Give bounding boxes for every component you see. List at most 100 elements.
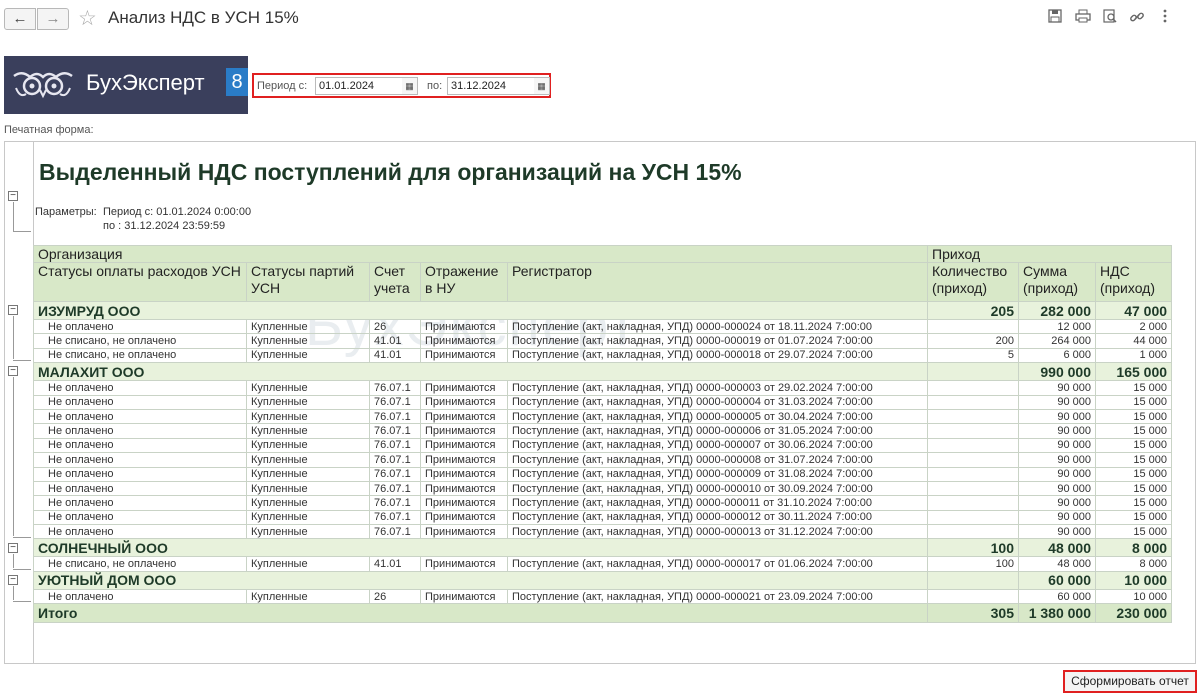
header-income: Приход <box>926 245 1173 263</box>
print-icon[interactable] <box>1074 9 1092 27</box>
account-cell: 26 <box>369 588 421 605</box>
collapse-group-icon[interactable]: − <box>8 542 18 553</box>
table-row[interactable]: Не оплачено Купленные 76.07.1 Принимаются По… <box>33 408 1173 425</box>
collapse-group-icon[interactable]: − <box>8 575 18 585</box>
collapse-params-icon[interactable]: − <box>8 191 18 201</box>
registrar-cell[interactable]: Поступление (акт, накладная, УПД) 0000-0… <box>507 509 928 526</box>
batch-status-cell: Купленные <box>246 333 370 349</box>
group-row[interactable]: МАЛАХИТ ООО 990 000 165 000 <box>33 362 1173 382</box>
table-row[interactable]: Не оплачено Купленные 26 Принимаются Поступл… <box>33 318 1173 335</box>
sum-cell: 90 000 <box>1018 394 1096 410</box>
pay-status-cell: Не оплачено <box>33 524 247 540</box>
pay-status-cell: Не оплачено <box>33 394 247 410</box>
window-title: Анализ НДС в УСН 15% <box>108 8 299 27</box>
calendar-icon[interactable]: ▦ <box>402 77 418 95</box>
favorite-star-icon[interactable]: ☆ <box>78 6 97 31</box>
registrar-cell[interactable]: Поступление (акт, накладная, УПД) 0000-0… <box>507 437 928 454</box>
collapse-group-icon[interactable]: − <box>8 305 18 315</box>
table-row[interactable]: Не оплачено Купленные 76.07.1 Принимаются По… <box>33 509 1173 526</box>
save-icon[interactable] <box>1046 9 1064 27</box>
link-icon[interactable] <box>1128 9 1146 27</box>
period-from-input[interactable]: 01.01.2024 <box>315 77 403 95</box>
registrar-cell[interactable]: Поступление (акт, накладная, УПД) 0000-0… <box>507 588 928 605</box>
qty-cell <box>927 394 1019 410</box>
vat-cell: 15 000 <box>1094 437 1173 454</box>
collapse-group-icon[interactable]: − <box>8 366 18 377</box>
registrar-cell[interactable]: Поступление (акт, накладная, УПД) 0000-0… <box>507 333 928 349</box>
pay-status-cell: Не оплачено <box>33 318 247 335</box>
group-vat: 47 000 <box>1094 301 1173 320</box>
group-row[interactable]: СОЛНЕЧНЫЙ ООО 100 48 000 8 000 <box>33 538 1173 558</box>
reflected-cell: Принимаются <box>420 556 508 572</box>
registrar-cell[interactable]: Поступление (акт, накладная, УПД) 0000-0… <box>507 524 928 540</box>
calendar-icon[interactable]: ▦ <box>534 77 550 95</box>
registrar-cell[interactable]: Поступление (акт, накладная, УПД) 0000-0… <box>507 556 928 572</box>
period-selector: Период с: 01.01.2024 ▦ по: 31.12.2024 ▦ <box>252 73 551 98</box>
period-to-input[interactable]: 31.12.2024 <box>447 77 535 95</box>
registrar-cell[interactable]: Поступление (акт, накладная, УПД) 0000-0… <box>507 452 928 468</box>
qty-cell <box>927 408 1019 425</box>
sum-cell: 90 000 <box>1018 495 1096 511</box>
group-row[interactable]: ИЗУМРУД ООО 205 282 000 47 000 <box>33 301 1173 320</box>
table-row[interactable]: Не оплачено Купленные 76.07.1 Принимаются По… <box>33 423 1173 439</box>
qty-cell <box>927 466 1019 482</box>
registrar-cell[interactable]: Поступление (акт, накладная, УПД) 0000-0… <box>507 347 928 364</box>
batch-status-cell: Купленные <box>246 452 370 468</box>
more-icon[interactable] <box>1156 9 1174 27</box>
account-cell: 76.07.1 <box>369 408 421 425</box>
group-row[interactable]: УЮТНЫЙ ДОМ ООО 60 000 10 000 <box>33 570 1173 590</box>
registrar-cell[interactable]: Поступление (акт, накладная, УПД) 0000-0… <box>507 466 928 482</box>
forward-icon[interactable]: → <box>37 8 69 30</box>
header-organization: Организация <box>33 245 928 263</box>
report-title: Выделенный НДС поступлений для организац… <box>39 159 742 185</box>
registrar-cell[interactable]: Поступление (акт, накладная, УПД) 0000-0… <box>507 480 928 497</box>
reflected-cell: Принимаются <box>420 423 508 439</box>
reflected-cell: Принимаются <box>420 588 508 605</box>
header-sum: Сумма (приход) <box>1018 262 1096 302</box>
table-row[interactable]: Не оплачено Купленные 76.07.1 Принимаются По… <box>33 495 1173 511</box>
table-row[interactable]: Не оплачено Купленные 76.07.1 Принимаются По… <box>33 466 1173 482</box>
qty-cell <box>927 380 1019 396</box>
reflected-cell: Принимаются <box>420 524 508 540</box>
pay-status-cell: Не списано, не оплачено <box>33 556 247 572</box>
back-icon[interactable]: ← <box>4 8 36 30</box>
account-cell: 41.01 <box>369 333 421 349</box>
table-row[interactable]: Не оплачено Купленные 76.07.1 Принимаются По… <box>33 524 1173 540</box>
table-row[interactable]: Не списано, не оплачено Купленные 41.01 При… <box>33 347 1173 364</box>
sum-cell: 90 000 <box>1018 452 1096 468</box>
print-form-label: Печатная форма: <box>4 124 94 136</box>
table-row[interactable]: Не оплачено Купленные 76.07.1 Принимаются По… <box>33 380 1173 396</box>
registrar-cell[interactable]: Поступление (акт, накладная, УПД) 0000-0… <box>507 495 928 511</box>
vat-cell: 1 000 <box>1094 347 1173 364</box>
registrar-cell[interactable]: Поступление (акт, накладная, УПД) 0000-0… <box>507 380 928 396</box>
registrar-cell[interactable]: Поступление (акт, накладная, УПД) 0000-0… <box>507 408 928 425</box>
params-label: Параметры: <box>35 206 97 218</box>
qty-cell: 100 <box>927 556 1019 572</box>
table-row[interactable]: Не оплачено Купленные 76.07.1 Принимаются По… <box>33 394 1173 410</box>
account-cell: 41.01 <box>369 556 421 572</box>
preview-icon[interactable] <box>1101 9 1119 27</box>
reflected-cell: Принимаются <box>420 480 508 497</box>
generate-report-button[interactable]: Сформировать отчет <box>1063 670 1197 693</box>
table-row[interactable]: Не списано, не оплачено Купленные 41.01 При… <box>33 333 1173 349</box>
registrar-cell[interactable]: Поступление (акт, накладная, УПД) 0000-0… <box>507 423 928 439</box>
registrar-cell[interactable]: Поступление (акт, накладная, УПД) 0000-0… <box>507 394 928 410</box>
pay-status-cell: Не списано, не оплачено <box>33 347 247 364</box>
table-row[interactable]: Не оплачено Купленные 76.07.1 Принимаются По… <box>33 480 1173 497</box>
group-qty <box>927 362 1019 382</box>
header-qty: Количество (приход) <box>927 262 1019 302</box>
table-row[interactable]: Не списано, не оплачено Купленные 41.01 При… <box>33 556 1173 572</box>
total-qty: 305 <box>927 603 1019 624</box>
group-line <box>13 586 14 601</box>
group-vat: 10 000 <box>1094 570 1173 590</box>
table-row[interactable]: Не оплачено Купленные 76.07.1 Принимаются По… <box>33 437 1173 454</box>
qty-cell <box>927 423 1019 439</box>
account-cell: 76.07.1 <box>369 480 421 497</box>
group-sum: 282 000 <box>1018 301 1096 320</box>
report-sheet[interactable]: БухЭксперт Выделенный НДС поступлений дл… <box>4 141 1196 664</box>
registrar-cell[interactable]: Поступление (акт, накладная, УПД) 0000-0… <box>507 318 928 335</box>
vat-cell: 15 000 <box>1094 466 1173 482</box>
table-row[interactable]: Не оплачено Купленные 76.07.1 Принимаются По… <box>33 452 1173 468</box>
table-row[interactable]: Не оплачено Купленные 26 Принимаются Поступл… <box>33 588 1173 605</box>
sum-cell: 90 000 <box>1018 380 1096 396</box>
